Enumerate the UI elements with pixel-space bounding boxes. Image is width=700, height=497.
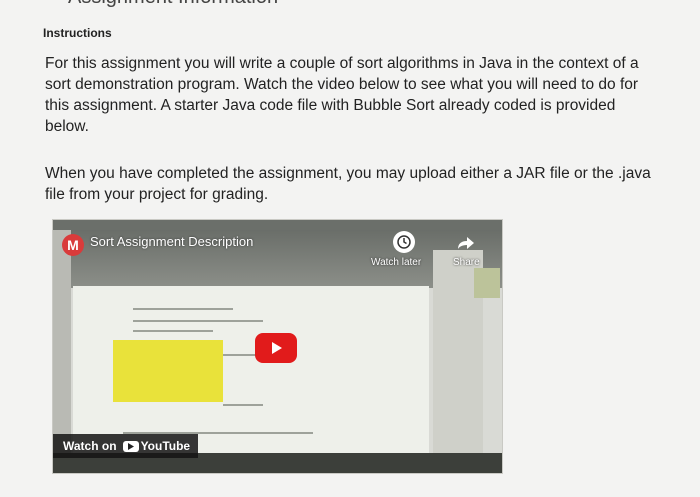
watch-on-youtube-button[interactable]: Watch on YouTube [53,434,198,458]
share-button[interactable] [455,232,477,254]
play-button[interactable] [255,333,297,363]
youtube-logo: YouTube [122,439,191,453]
instructions-paragraph-2: When you have completed the assignment, … [45,165,651,203]
watch-later-label[interactable]: Watch later [371,257,421,268]
watch-on-label: Watch on [63,439,117,453]
video-thumbnail-green-box [474,268,500,298]
share-arrow-icon [458,237,474,249]
channel-avatar[interactable]: M [62,234,84,256]
code-line [133,308,233,310]
share-label[interactable]: Share [453,257,480,268]
youtube-label: YouTube [140,439,191,453]
watch-later-button[interactable] [393,231,415,253]
code-line [133,330,213,332]
youtube-logo-icon [122,440,139,452]
code-line [133,320,263,322]
instructions-heading: Instructions [43,26,112,40]
page-top-title-fragment: Assignment Information [68,0,278,9]
video-thumbnail-highlight [113,340,223,402]
play-icon [272,342,282,354]
code-line [223,404,263,406]
instructions-paragraph-1: For this assignment you will write a cou… [45,55,639,135]
youtube-video-embed[interactable]: M Sort Assignment Description Watch late… [53,220,502,473]
video-title[interactable]: Sort Assignment Description [90,234,350,249]
clock-icon [397,235,411,249]
video-thumbnail-top-strip [53,220,502,230]
